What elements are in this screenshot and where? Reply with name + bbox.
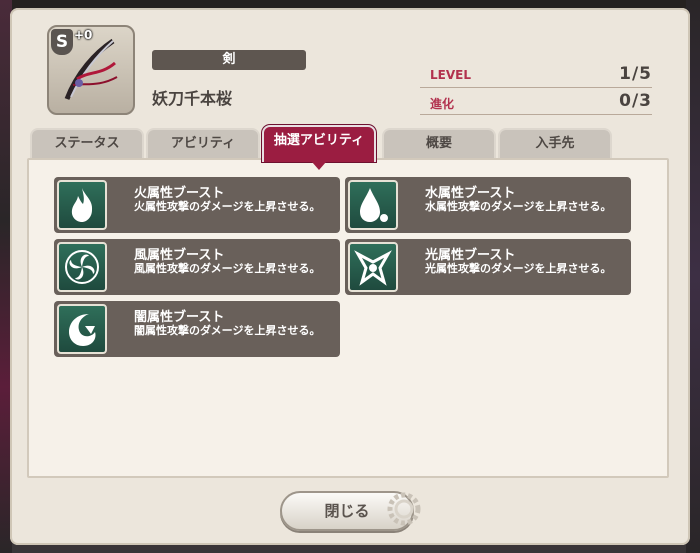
ability-list-panel: 火属性ブースト 火属性攻撃のダメージを上昇させる。 水属性ブースト 水属性攻撃の… (27, 158, 669, 478)
ability-description: 火属性攻撃のダメージを上昇させる。 (134, 200, 321, 213)
evolution-row: 進化 0/3 (420, 90, 652, 115)
ability-description: 水属性攻撃のダメージを上昇させる。 (425, 200, 612, 213)
item-category: 剣 (152, 50, 306, 70)
dark-moon-icon (69, 314, 96, 346)
tab-overview[interactable]: 概要 (382, 128, 496, 158)
ability-card-dark[interactable]: 闇属性ブースト 闇属性攻撃のダメージを上昇させる。 (54, 301, 340, 357)
water-drop-icon (360, 188, 388, 222)
level-row: LEVEL 1/5 (420, 63, 652, 88)
ability-description: 風属性攻撃のダメージを上昇させる。 (134, 262, 321, 275)
tab-ability[interactable]: アビリティ (146, 128, 260, 158)
level-value: 1/5 (619, 64, 652, 84)
light-emblem-icon (354, 250, 392, 286)
ability-description: 闇属性攻撃のダメージを上昇させる。 (134, 324, 321, 337)
plus-count: +0 (74, 28, 93, 42)
close-button[interactable]: 閉じる (280, 491, 421, 531)
gear-decoration-icon (387, 492, 421, 526)
ability-card-light[interactable]: 光属性ブースト 光属性攻撃のダメージを上昇させる。 (345, 239, 631, 295)
evolution-label: 進化 (430, 97, 455, 111)
fire-icon (71, 188, 93, 222)
level-label: LEVEL (430, 68, 471, 82)
wind-swirl-icon (65, 250, 99, 284)
item-name: 妖刀千本桜 (152, 89, 233, 108)
rank-badge: S (51, 29, 73, 55)
item-thumbnail: S +0 (47, 25, 135, 115)
ability-card-water[interactable]: 水属性ブースト 水属性攻撃のダメージを上昇させる。 (345, 177, 631, 233)
ability-card-wind[interactable]: 風属性ブースト 風属性攻撃のダメージを上昇させる。 (54, 239, 340, 295)
evolution-value: 0/3 (619, 91, 652, 111)
ability-description: 光属性攻撃のダメージを上昇させる。 (425, 262, 612, 275)
tab-lottery-ability[interactable]: 抽選アビリティ (262, 125, 376, 170)
tab-status[interactable]: ステータス (30, 128, 144, 158)
ability-card-fire[interactable]: 火属性ブースト 火属性攻撃のダメージを上昇させる。 (54, 177, 340, 233)
close-button-label: 閉じる (324, 502, 370, 520)
tab-obtain[interactable]: 入手先 (498, 128, 612, 158)
weapon-detail-dialog: S +0 剣 妖刀千本桜 LEVEL 1/5 進化 0/3 ステータス アビリテ… (10, 8, 690, 545)
